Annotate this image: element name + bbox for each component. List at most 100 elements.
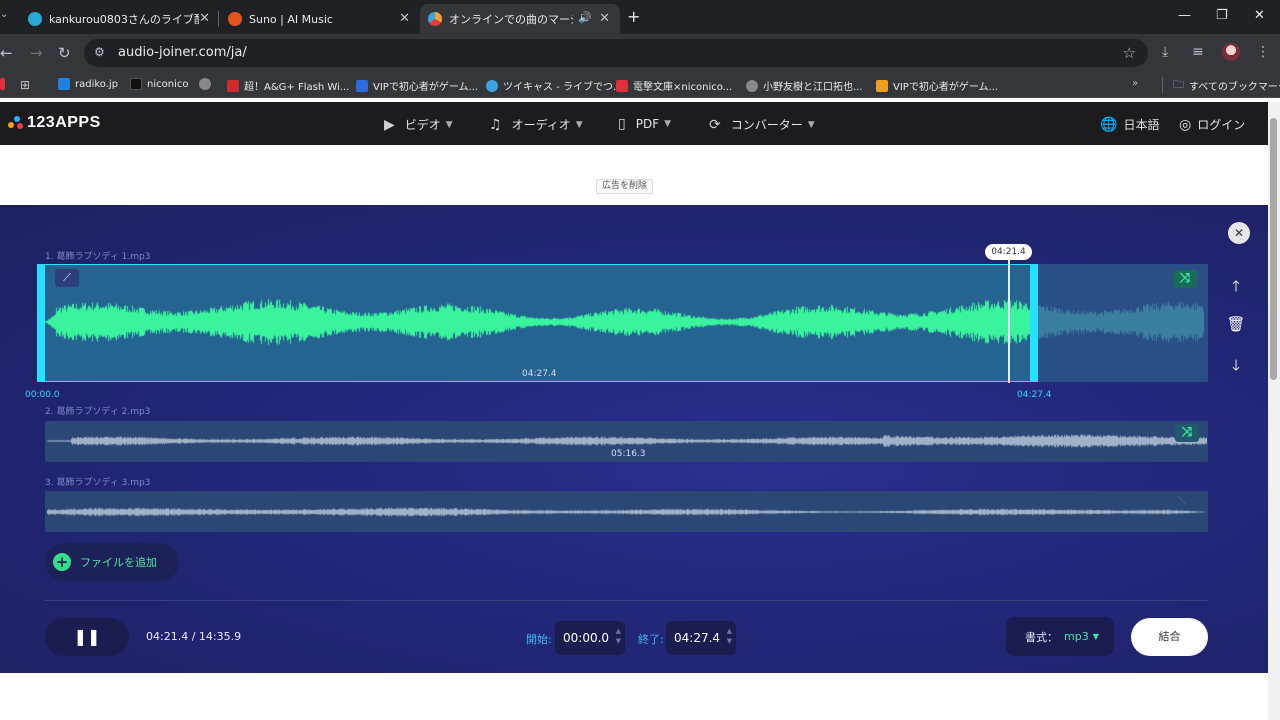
login-label: ログイン	[1197, 118, 1246, 132]
apps-grid-icon[interactable]: ⊞	[20, 78, 30, 92]
close-tab-icon[interactable]: ✕	[199, 11, 210, 26]
site-header: 123APPS ▶ ビデオ ▼ ♫ オーディオ ▼ ▯ PDF ▼ ⟳ コンバー…	[0, 102, 1268, 145]
tab-favicon-icon	[228, 12, 242, 26]
bookmark-item[interactable]: 小野友樹と江口拓也...	[746, 78, 863, 93]
language-selector[interactable]: 🌐 日本語	[1100, 116, 1159, 133]
caret-down-icon: ▼	[1092, 632, 1099, 641]
crossfade-icon: ⤨	[1179, 271, 1191, 286]
bookmark-star-icon[interactable]: ☆	[1123, 44, 1136, 62]
logo-text: 123APPS	[27, 114, 101, 131]
browser-tab-2[interactable]: Suno | AI Music ✕	[220, 4, 420, 34]
url-text[interactable]: audio-joiner.com/ja/	[118, 45, 247, 60]
bookmark-item[interactable]: ツイキャス - ライブでつ...	[486, 78, 623, 93]
playhead-time-bubble: 04:21.4	[985, 244, 1032, 260]
browser-tab-1[interactable]: kankurou0803さんのライブ配信 · ✕	[20, 4, 220, 34]
login-link[interactable]: ◎ ログイン	[1179, 116, 1245, 133]
forward-icon[interactable]: →	[30, 44, 43, 62]
globe-icon: 🌐	[1100, 116, 1118, 133]
close-tab-icon[interactable]: ✕	[599, 11, 610, 26]
trim-end-handle[interactable]	[1030, 264, 1038, 382]
stepper-icon[interactable]: ▲ ▼	[727, 626, 732, 646]
back-icon[interactable]: ←	[0, 44, 13, 62]
track-1-end-time: 04:27.4	[1017, 390, 1052, 400]
all-bookmarks-label: すべてのブックマーク	[1189, 81, 1280, 93]
fade-in-button[interactable]: ⟋	[55, 269, 79, 287]
move-up-icon[interactable]: 🡑	[1226, 276, 1246, 301]
crossfade-icon: ⤨	[1181, 425, 1193, 440]
browser-menu-icon[interactable]: ⋮	[1256, 44, 1270, 60]
format-selector[interactable]: 書式： mp3 ▼	[1006, 617, 1114, 656]
bookmark-item[interactable]: 超！A&G+ Flash Wi...	[227, 78, 349, 93]
merge-button[interactable]: 結合	[1131, 618, 1208, 656]
menu-pdf[interactable]: ▯ PDF ▼	[618, 116, 671, 132]
bookmark-item[interactable]: radiko.jp	[58, 78, 118, 90]
divider	[45, 600, 1208, 601]
page-footer-area	[0, 673, 1268, 720]
logo-dots-icon	[8, 116, 24, 130]
end-label: 終了:	[638, 633, 664, 646]
pause-button[interactable]: ❚❚	[45, 618, 129, 656]
add-file-label: ファイルを追加	[80, 556, 157, 569]
menu-label: コンバーター	[730, 118, 803, 132]
bookmarks-bar: ⊞ radiko.jp niconico 超！A&G+ Flash Wi... …	[0, 72, 1280, 98]
site-info-icon[interactable]: ⚙	[94, 45, 105, 59]
track-1-start-time: 00:00.0	[25, 390, 60, 400]
move-down-icon[interactable]: 🡓	[1226, 355, 1246, 380]
browser-tab-3[interactable]: オンラインでの曲のマージと mp3 🔊 ✕	[420, 4, 620, 34]
convert-icon: ⟳	[709, 116, 721, 133]
add-file-button[interactable]: + ファイルを追加	[45, 543, 179, 581]
fade-out-icon[interactable]: ⟍	[1178, 494, 1186, 508]
format-value: mp3	[1064, 630, 1089, 643]
bookmark-partial[interactable]	[0, 78, 10, 90]
crossfade-button[interactable]: ⤨	[1173, 270, 1197, 288]
trim-start-handle[interactable]	[37, 264, 45, 382]
playhead[interactable]	[1008, 260, 1010, 383]
bookmark-item[interactable]: 電撃文庫×niconico...	[616, 78, 732, 93]
remove-ad-button[interactable]: 広告を削除	[596, 179, 654, 194]
track-3-waveform[interactable]	[47, 502, 1207, 522]
more-bookmarks-icon[interactable]: »	[1132, 78, 1138, 89]
bookmark-item[interactable]: VIPで初心者がゲーム...	[356, 78, 478, 93]
chevron-down-icon: ▼	[445, 119, 453, 130]
close-editor-button[interactable]: ✕	[1228, 222, 1250, 244]
track-1-duration: 04:27.4	[522, 369, 557, 379]
tab-favicon-icon	[28, 12, 42, 26]
minimize-icon[interactable]: —	[1178, 8, 1191, 23]
bookmark-item[interactable]	[199, 78, 216, 90]
document-icon: ▯	[618, 116, 626, 132]
crossfade-button[interactable]: ⤨	[1175, 424, 1199, 442]
reload-icon[interactable]: ↻	[58, 44, 71, 62]
menu-converter[interactable]: ⟳ コンバーター ▼	[709, 116, 815, 133]
menu-audio[interactable]: ♫ オーディオ ▼	[489, 116, 583, 133]
close-tab-icon[interactable]: ✕	[399, 11, 410, 26]
tab-search-button[interactable]: ⌄	[0, 9, 8, 20]
bookmark-item[interactable]: VIPで初心者がゲーム...	[876, 78, 998, 93]
tab-title: オンラインでの曲のマージと mp3	[449, 13, 573, 26]
chevron-down-icon: ▼	[807, 119, 815, 130]
user-icon: ◎	[1179, 116, 1192, 133]
menu-label: PDF	[635, 117, 660, 131]
audio-playing-icon[interactable]: 🔊	[578, 11, 592, 24]
omnibox[interactable]: ⚙ audio-joiner.com/ja/ ☆	[84, 39, 1148, 67]
all-bookmarks[interactable]: 🗀 すべてのブックマーク	[1162, 77, 1280, 93]
profile-avatar[interactable]	[1222, 43, 1240, 61]
media-control-icon[interactable]: ≡	[1192, 44, 1204, 60]
end-time-value: 04:27.4	[674, 631, 721, 645]
menu-label: ビデオ	[404, 118, 441, 132]
ad-area: 広告を削除	[0, 145, 1268, 205]
bookmark-item[interactable]: niconico	[130, 78, 188, 90]
end-time-input[interactable]: 04:27.4 ▲ ▼	[666, 621, 736, 655]
close-window-icon[interactable]: ✕	[1254, 8, 1265, 23]
start-time-input[interactable]: 00:00.0 ▲ ▼	[555, 621, 625, 655]
tab-title: Suno | AI Music	[249, 12, 333, 26]
menu-video[interactable]: ▶ ビデオ ▼	[384, 116, 453, 133]
restore-icon[interactable]: ❐	[1216, 8, 1228, 23]
download-icon[interactable]: ⤓	[1162, 44, 1168, 60]
new-tab-button[interactable]: +	[627, 7, 640, 26]
track-2-waveform[interactable]	[47, 431, 1207, 451]
site-logo[interactable]: 123APPS	[8, 114, 101, 132]
bookmark-favicon-icon	[486, 79, 498, 92]
delete-icon[interactable]: 🗑	[1226, 315, 1246, 333]
page-scrollbar-thumb[interactable]	[1270, 118, 1277, 380]
stepper-icon[interactable]: ▲ ▼	[616, 626, 621, 646]
